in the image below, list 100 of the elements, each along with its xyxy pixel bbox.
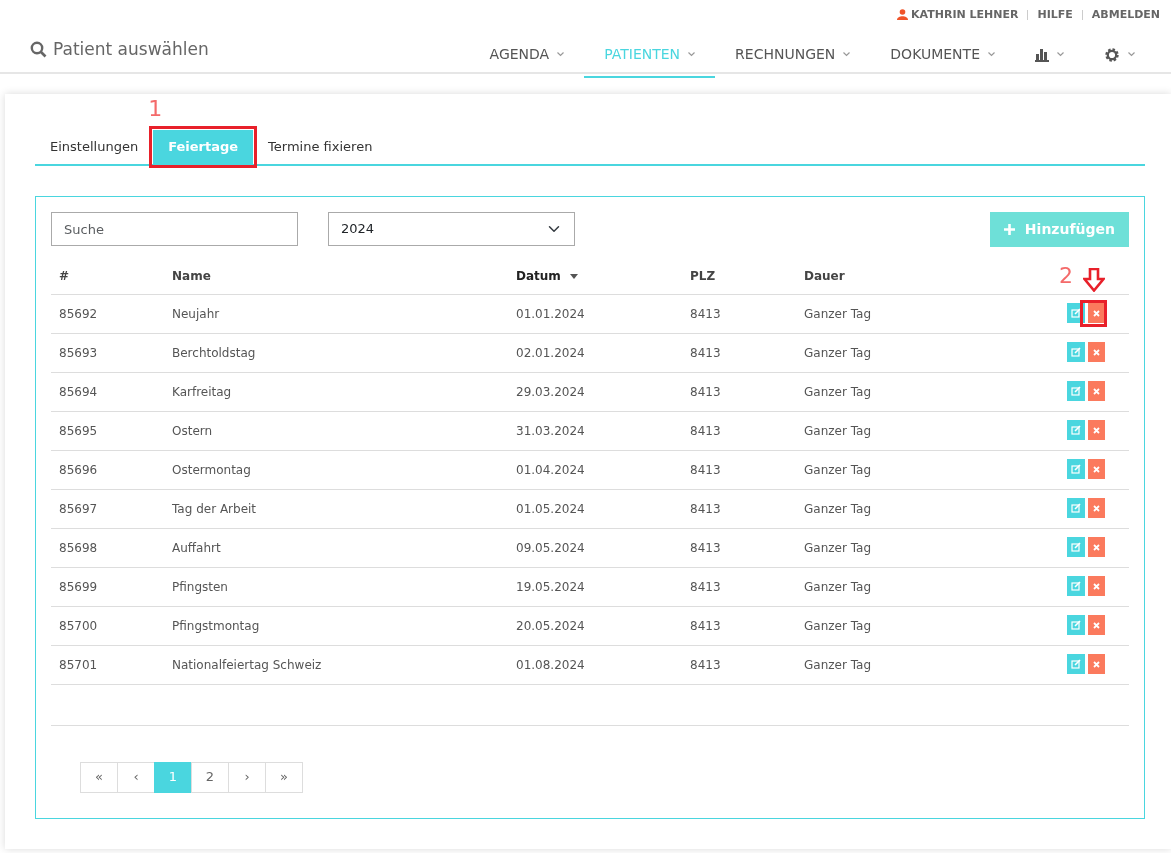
table-cell: 09.05.2024 (508, 528, 682, 568)
close-icon (1092, 348, 1100, 356)
table-cell: 8413 (682, 489, 796, 529)
close-icon (1092, 660, 1100, 668)
table-cell: Neujahr (164, 294, 508, 334)
table-cell: 01.05.2024 (508, 489, 682, 529)
table-cell: 85699 (51, 567, 164, 607)
table-cell: Tag der Arbeit (164, 489, 508, 529)
nav-menu[interactable]: DOKUMENTE (870, 40, 1015, 78)
annotation-number: 1 (148, 98, 163, 120)
user-icon (897, 9, 908, 20)
delete-button[interactable] (1087, 576, 1105, 596)
header-link[interactable]: ABMELDEN (1091, 7, 1160, 24)
nav-menu[interactable]: AGENDA (469, 40, 585, 78)
column-header[interactable]: Datum (508, 252, 682, 295)
table-cell: 85695 (51, 411, 164, 451)
page-link[interactable]: « (80, 761, 118, 793)
edit-icon (1070, 386, 1081, 396)
table-cell: Ganzer Tag (796, 489, 1059, 529)
delete-button[interactable] (1087, 498, 1105, 518)
page-link[interactable]: » (265, 761, 303, 793)
delete-button[interactable] (1087, 342, 1105, 362)
table-cell: 85698 (51, 528, 164, 568)
table-cell: Karfreitag (164, 372, 508, 412)
column-header: Name (164, 252, 508, 295)
search-field[interactable]: Suche (51, 212, 298, 246)
column-header: Dauer (796, 252, 1059, 295)
table-cell: Ostermontag (164, 450, 508, 490)
tab[interactable]: Einstellungen (35, 130, 154, 164)
table-cell: 20.05.2024 (508, 606, 682, 646)
edit-icon (1070, 620, 1081, 630)
table-cell: 8413 (682, 411, 796, 451)
table-cell: 85700 (51, 606, 164, 646)
settings-icon (1104, 46, 1120, 63)
table-cell: Ganzer Tag (796, 411, 1059, 451)
table-cell: 01.08.2024 (508, 645, 682, 685)
sort-caret-icon (570, 273, 579, 279)
search-icon (30, 41, 47, 59)
edit-icon (1070, 347, 1081, 357)
table-cell: Ganzer Tag (796, 294, 1059, 334)
table-cell: 8413 (682, 294, 796, 334)
table-cell: Ganzer Tag (796, 528, 1059, 568)
delete-button[interactable] (1087, 537, 1105, 557)
close-icon (1092, 465, 1100, 473)
page-link[interactable]: 2 (191, 761, 229, 793)
table-cell: 85697 (51, 489, 164, 529)
table-cell: 8413 (682, 450, 796, 490)
user-link[interactable]: KATHRIN LEHNER (911, 7, 1019, 24)
table-cell: Ganzer Tag (796, 567, 1059, 607)
edit-icon (1070, 542, 1081, 552)
close-icon (1092, 387, 1100, 395)
bar-chart-icon (1035, 47, 1049, 62)
patient-search[interactable]: Patient auswählen (30, 37, 209, 63)
edit-icon (1070, 464, 1081, 474)
header-link[interactable]: HILFE (1037, 7, 1073, 24)
table-cell: Ganzer Tag (796, 372, 1059, 412)
table-cell: 85694 (51, 372, 164, 412)
close-icon (1092, 309, 1100, 317)
delete-button[interactable] (1087, 654, 1105, 674)
delete-button[interactable] (1087, 615, 1105, 635)
caret-icon (843, 52, 851, 57)
edit-icon (1070, 659, 1081, 669)
table-cell: 8413 (682, 606, 796, 646)
delete-button[interactable] (1087, 420, 1105, 440)
caret-icon (988, 52, 995, 57)
table-cell: 31.03.2024 (508, 411, 682, 451)
table-cell: 02.01.2024 (508, 333, 682, 373)
table-cell: 8413 (682, 333, 796, 373)
caret-icon (1128, 52, 1135, 57)
edit-icon (1070, 503, 1081, 513)
table-cell: 01.04.2024 (508, 450, 682, 490)
table-cell: 29.03.2024 (508, 372, 682, 412)
table-cell: 8413 (682, 528, 796, 568)
caret-icon (688, 52, 696, 57)
year-dropdown[interactable]: 2024 (328, 212, 575, 246)
table-cell: 8413 (682, 645, 796, 685)
table-cell: Ganzer Tag (796, 333, 1059, 373)
table-cell: Ganzer Tag (796, 645, 1059, 685)
table-cell: Nationalfeiertag Schweiz (164, 645, 508, 685)
table-cell: 85701 (51, 645, 164, 685)
table-cell: 01.01.2024 (508, 294, 682, 334)
table-cell: Ostern (164, 411, 508, 451)
table-cell: 85693 (51, 333, 164, 373)
table-cell: 19.05.2024 (508, 567, 682, 607)
close-icon (1092, 543, 1100, 551)
tab[interactable]: Termine fixieren (253, 130, 388, 164)
column-header: PLZ (682, 252, 796, 295)
delete-button[interactable] (1087, 303, 1105, 323)
edit-icon (1070, 581, 1081, 591)
table-cell: Pfingsten (164, 567, 508, 607)
table-cell: 85692 (51, 294, 164, 334)
table-cell: Berchtoldstag (164, 333, 508, 373)
page-link[interactable]: › (228, 761, 266, 793)
delete-button[interactable] (1087, 459, 1105, 479)
nav-menu[interactable]: RECHNUNGEN (715, 40, 871, 78)
caret-icon (1057, 52, 1064, 57)
delete-button[interactable] (1087, 381, 1105, 401)
table-cell: Auffahrt (164, 528, 508, 568)
caret-icon (557, 52, 565, 57)
page-link[interactable]: ‹ (117, 761, 155, 793)
